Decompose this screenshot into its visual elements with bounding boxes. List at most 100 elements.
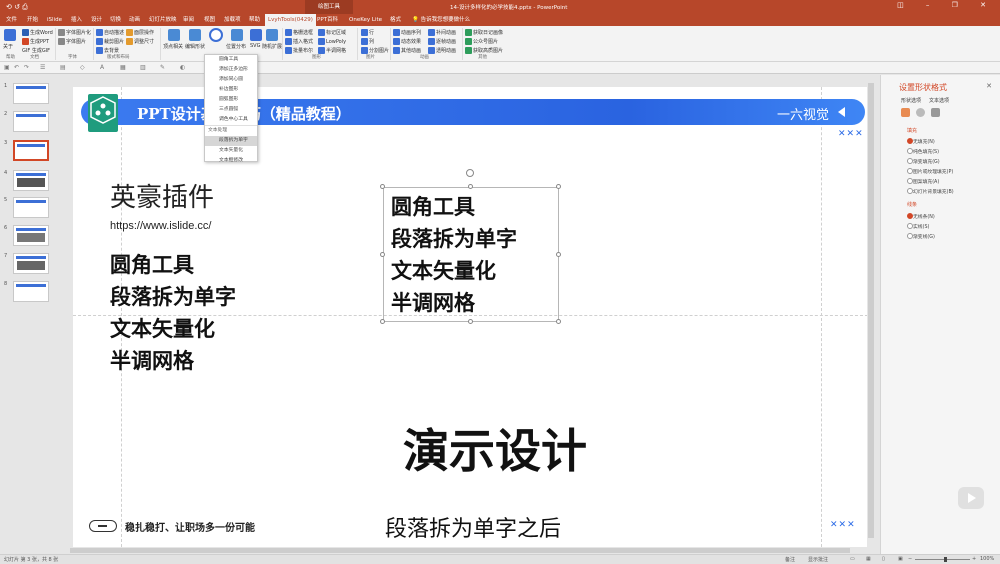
vertex-icon[interactable]	[168, 29, 180, 41]
resize-button[interactable]: 调整尺寸	[126, 38, 154, 45]
tab-lvyhtools[interactable]: LvyhTools(0429)	[265, 14, 316, 26]
slide-thumbnail[interactable]	[13, 170, 49, 191]
random-button[interactable]: 随机扩展	[262, 43, 282, 50]
insert-format-button[interactable]: 插入格式	[285, 38, 313, 45]
save-icon[interactable]: ▣	[4, 64, 10, 71]
font-to-image-button[interactable]: 字体图片化	[58, 29, 91, 36]
slide[interactable]: PPT设计基础技巧（精品教程） 一六视觉 ✕✕✕ 英豪插件 https://ww…	[73, 87, 873, 547]
tab-onekey-lite[interactable]: OneKey Lite	[349, 14, 382, 26]
tab-transitions[interactable]: 切换	[110, 14, 121, 26]
bool-button[interactable]: 批量布尔	[285, 47, 313, 54]
zoom-slider[interactable]	[915, 559, 970, 560]
window-controls[interactable]: ◫ – ❐ ✕	[897, 1, 996, 9]
selected-text-box[interactable]: 圆角工具 段落拆为单字 文本矢量化 半调网格	[383, 187, 559, 322]
auto-describe-button[interactable]: 自动描述	[96, 29, 124, 36]
format-icon[interactable]: ▤	[60, 64, 66, 71]
picture-icon[interactable]: ▦	[120, 64, 126, 71]
edit-shape-button[interactable]: 编辑形状	[185, 43, 205, 50]
brand-url[interactable]: https://www.islide.cc/	[110, 220, 211, 232]
draw-icon[interactable]: ✎	[160, 64, 165, 71]
notes-button[interactable]: 备注	[785, 556, 795, 563]
menu-item-vectorize-text[interactable]: 文本矢量化	[205, 146, 257, 156]
menu-item-textbox-modify[interactable]: 文本框修改	[205, 156, 257, 166]
fill-option[interactable]: 无填充(N)	[907, 138, 935, 145]
random-icon[interactable]	[266, 29, 278, 41]
menu-item-round-corner[interactable]: 圆角工具	[205, 55, 257, 65]
close-icon[interactable]: ✕	[986, 82, 992, 90]
split-image-button[interactable]: 分割图片	[361, 47, 389, 54]
undo-icon[interactable]: ↶	[14, 64, 19, 71]
position-icon[interactable]	[231, 29, 243, 41]
slide-thumbnail[interactable]	[13, 225, 49, 246]
gen-word-button[interactable]: 生成Word	[22, 29, 53, 36]
halftone-button[interactable]: 半调网格	[318, 47, 346, 54]
svg-icon[interactable]	[250, 29, 262, 41]
about-button[interactable]: 关于	[3, 43, 13, 50]
line-section-header[interactable]: 线条	[907, 201, 917, 208]
line-option[interactable]: 无线条(N)	[907, 213, 935, 220]
wechat-image-button[interactable]: 公众号图片	[465, 38, 498, 45]
slide-thumbnail[interactable]	[13, 83, 49, 104]
tab-shape-options[interactable]: 形状选项	[901, 97, 921, 104]
tab-islide[interactable]: iSlide	[47, 14, 62, 26]
fill-option[interactable]: 渐变填充(G)	[907, 158, 940, 165]
line-option[interactable]: 实线(S)	[906, 223, 929, 230]
about-icon[interactable]	[4, 29, 16, 41]
cols-control[interactable]: 列	[361, 38, 374, 45]
effects-icon[interactable]	[916, 108, 925, 117]
tab-format[interactable]: 格式	[390, 14, 401, 26]
tell-me-search[interactable]: 💡 告诉我您想要做什么	[412, 14, 470, 26]
circle-shape-icon[interactable]	[209, 28, 223, 42]
slide-thumbnail-selected[interactable]	[13, 140, 49, 161]
slideshow-icon[interactable]: ▣	[898, 556, 903, 562]
scrollbar-thumb[interactable]	[868, 83, 874, 538]
tween-anim-button[interactable]: 补间动画	[428, 29, 456, 36]
fill-option[interactable]: 图片或纹理填充(P)	[906, 168, 953, 175]
frame-anim-button[interactable]: 逐帧动画	[428, 38, 456, 45]
hq-image-button[interactable]: 获取高质图片	[465, 47, 503, 54]
menu-item-three-point-arc[interactable]: 三点圆弧	[205, 105, 257, 115]
quick-access-toolbar[interactable]: ⟲ ↺ ⎙	[6, 3, 28, 12]
horizontal-scrollbar[interactable]	[56, 547, 880, 554]
zoom-level[interactable]: 100%	[980, 556, 994, 562]
menu-item-concentric[interactable]: 添加同心圆	[205, 75, 257, 85]
fill-option[interactable]: 图案填充(A)	[906, 178, 939, 185]
slide-thumbnail[interactable]	[13, 197, 49, 218]
tab-text-options[interactable]: 文本选项	[929, 97, 949, 104]
reading-view-icon[interactable]: ▯	[882, 556, 885, 562]
rotate-handle-icon[interactable]	[466, 169, 474, 177]
tab-insert[interactable]: 插入	[71, 14, 82, 26]
tab-view[interactable]: 视图	[204, 14, 215, 26]
grid-select-button[interactable]: 格栅选框	[285, 29, 313, 36]
resize-handle[interactable]	[468, 184, 473, 189]
menu-item-fill-shape[interactable]: 补边图形	[205, 85, 257, 95]
tab-help[interactable]: 帮助	[249, 14, 260, 26]
remove-bg-button[interactable]: 去背景	[96, 47, 119, 54]
menu-item-polygon[interactable]: 添加正多边形	[205, 65, 257, 75]
tab-animations[interactable]: 动画	[129, 14, 140, 26]
line-option[interactable]: 渐变线(G)	[907, 233, 935, 240]
resize-handle[interactable]	[380, 319, 385, 324]
comments-button[interactable]: 显示批注	[808, 556, 828, 563]
shape-icon[interactable]: ◇	[80, 64, 85, 71]
menu-item-arc[interactable]: 圆弧图形	[205, 95, 257, 105]
table-icon[interactable]: ▥	[140, 64, 146, 71]
dynamic-effect-button[interactable]: 动态效果	[393, 38, 421, 45]
text-icon[interactable]: A	[100, 64, 104, 71]
redo-icon[interactable]: ↷	[24, 64, 29, 71]
resize-handle[interactable]	[380, 252, 385, 257]
tab-review[interactable]: 审阅	[183, 14, 194, 26]
tab-ppt-baike[interactable]: PPT百科	[317, 14, 338, 26]
normal-view-icon[interactable]: ▭	[850, 556, 855, 562]
menu-item-color-center[interactable]: 调色中心工具	[205, 115, 257, 125]
diary-portrait-button[interactable]: 获取日记画像	[465, 29, 503, 36]
slide-thumbnail[interactable]	[13, 281, 49, 302]
font-image-button[interactable]: 字体图片	[58, 38, 86, 45]
tab-addins[interactable]: 加载项	[224, 14, 241, 26]
brand-name[interactable]: 英豪插件	[110, 177, 214, 214]
zoom-slider-knob[interactable]	[944, 557, 947, 562]
layer-ops-button[interactable]: 面层操作	[126, 29, 154, 36]
resize-handle[interactable]	[556, 319, 561, 324]
gen-gif-button[interactable]: GIF 生成GIF	[22, 47, 50, 54]
slide-thumbnail[interactable]	[13, 253, 49, 274]
